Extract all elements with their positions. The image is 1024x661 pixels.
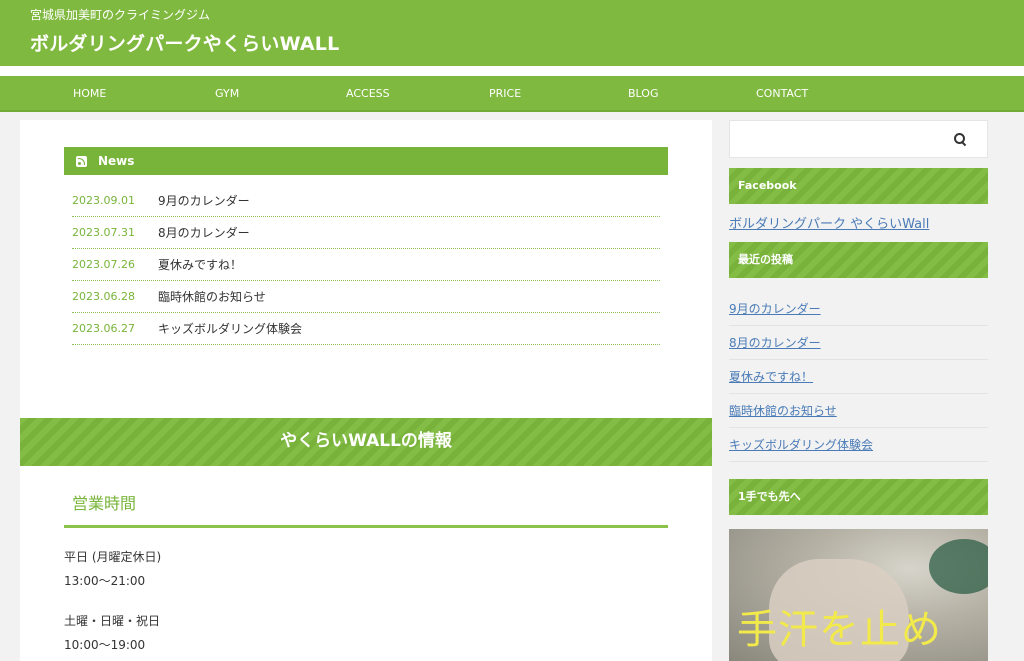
news-item: 2023.07.31 8月のカレンダー xyxy=(72,217,660,249)
news-title-link[interactable]: 夏休みですね！ xyxy=(158,256,242,273)
facebook-heading: Facebook xyxy=(729,168,988,204)
list-item: キッズボルダリング体験会 xyxy=(729,428,988,462)
header-divider xyxy=(0,66,1024,76)
ad-banner-image[interactable]: 手汗を止め xyxy=(729,529,988,661)
news-title-link[interactable]: 臨時休館のお知らせ xyxy=(158,288,266,305)
weekday-hours: 13:00～21:00 xyxy=(64,574,146,588)
news-item: 2023.07.26 夏休みですね！ xyxy=(72,249,660,281)
news-item: 2023.06.28 臨時休館のお知らせ xyxy=(72,281,660,313)
list-item: 臨時休館のお知らせ xyxy=(729,394,988,428)
recent-posts-list: 9月のカレンダー 8月のカレンダー 夏休みですね！ 臨時休館のお知らせ キッズボ… xyxy=(729,292,988,462)
recent-post-link[interactable]: キッズボルダリング体験会 xyxy=(729,438,873,452)
search-input[interactable] xyxy=(730,121,950,157)
nav-blog[interactable]: BLOG xyxy=(628,76,658,112)
ad-banner-text: 手汗を止め xyxy=(737,607,942,653)
search-icon[interactable] xyxy=(954,133,966,145)
weekend-hours: 10:00～19:00 xyxy=(64,638,146,652)
news-date: 2023.07.26 xyxy=(72,258,135,271)
business-hours-heading: 営業時間 xyxy=(64,490,668,528)
weekday-label: 平日 (月曜定休日) xyxy=(64,550,162,564)
nav-home[interactable]: HOME xyxy=(73,76,106,112)
news-heading-label: News xyxy=(98,154,135,168)
recent-post-link[interactable]: 夏休みですね！ xyxy=(729,370,813,384)
news-item: 2023.06.27 キッズボルダリング体験会 xyxy=(72,313,660,345)
news-title-link[interactable]: 9月のカレンダー xyxy=(158,192,250,209)
main-content: News 2023.09.01 9月のカレンダー 2023.07.31 8月のカ… xyxy=(20,120,712,661)
facebook-page-link[interactable]: ボルダリングパーク やくらいWall xyxy=(729,213,929,232)
nav-contact[interactable]: CONTACT xyxy=(756,76,808,112)
search-form xyxy=(729,120,988,158)
news-date: 2023.06.28 xyxy=(72,290,135,303)
list-item: 8月のカレンダー xyxy=(729,326,988,360)
news-title-link[interactable]: 8月のカレンダー xyxy=(158,224,250,241)
nav-gym[interactable]: GYM xyxy=(215,76,239,112)
news-heading: News xyxy=(64,147,668,175)
recent-post-link[interactable]: 9月のカレンダー xyxy=(729,302,821,316)
site-tagline: 宮城県加美町のクライミングジム xyxy=(30,8,211,22)
list-item: 9月のカレンダー xyxy=(729,292,988,326)
list-item: 夏休みですね！ xyxy=(729,360,988,394)
site-title[interactable]: ボルダリングパークやくらいWALL xyxy=(30,29,339,56)
recent-post-link[interactable]: 8月のカレンダー xyxy=(729,336,821,350)
recent-post-link[interactable]: 臨時休館のお知らせ xyxy=(729,404,837,418)
nav-access[interactable]: ACCESS xyxy=(346,76,390,112)
site-header: 宮城県加美町のクライミングジム ボルダリングパークやくらいWALL xyxy=(0,0,1024,66)
news-list: 2023.09.01 9月のカレンダー 2023.07.31 8月のカレンダー … xyxy=(72,185,660,345)
ad-image-cap xyxy=(929,539,988,594)
news-title-link[interactable]: キッズボルダリング体験会 xyxy=(158,320,302,337)
news-item: 2023.09.01 9月のカレンダー xyxy=(72,185,660,217)
news-date: 2023.07.31 xyxy=(72,226,135,239)
info-section-heading: やくらいWALLの情報 xyxy=(20,418,712,466)
news-widget: News 2023.09.01 9月のカレンダー 2023.07.31 8月のカ… xyxy=(64,147,668,345)
news-date: 2023.09.01 xyxy=(72,194,135,207)
nav-price[interactable]: PRICE xyxy=(489,76,521,112)
recent-posts-heading: 最近の投稿 xyxy=(729,242,988,278)
weekend-label: 土曜・日曜・祝日 xyxy=(64,614,161,628)
rss-icon xyxy=(76,155,87,167)
main-navigation: HOME GYM ACCESS PRICE BLOG CONTACT xyxy=(0,76,1024,112)
news-date: 2023.06.27 xyxy=(72,322,135,335)
ad-heading: 1手でも先へ xyxy=(729,479,988,515)
